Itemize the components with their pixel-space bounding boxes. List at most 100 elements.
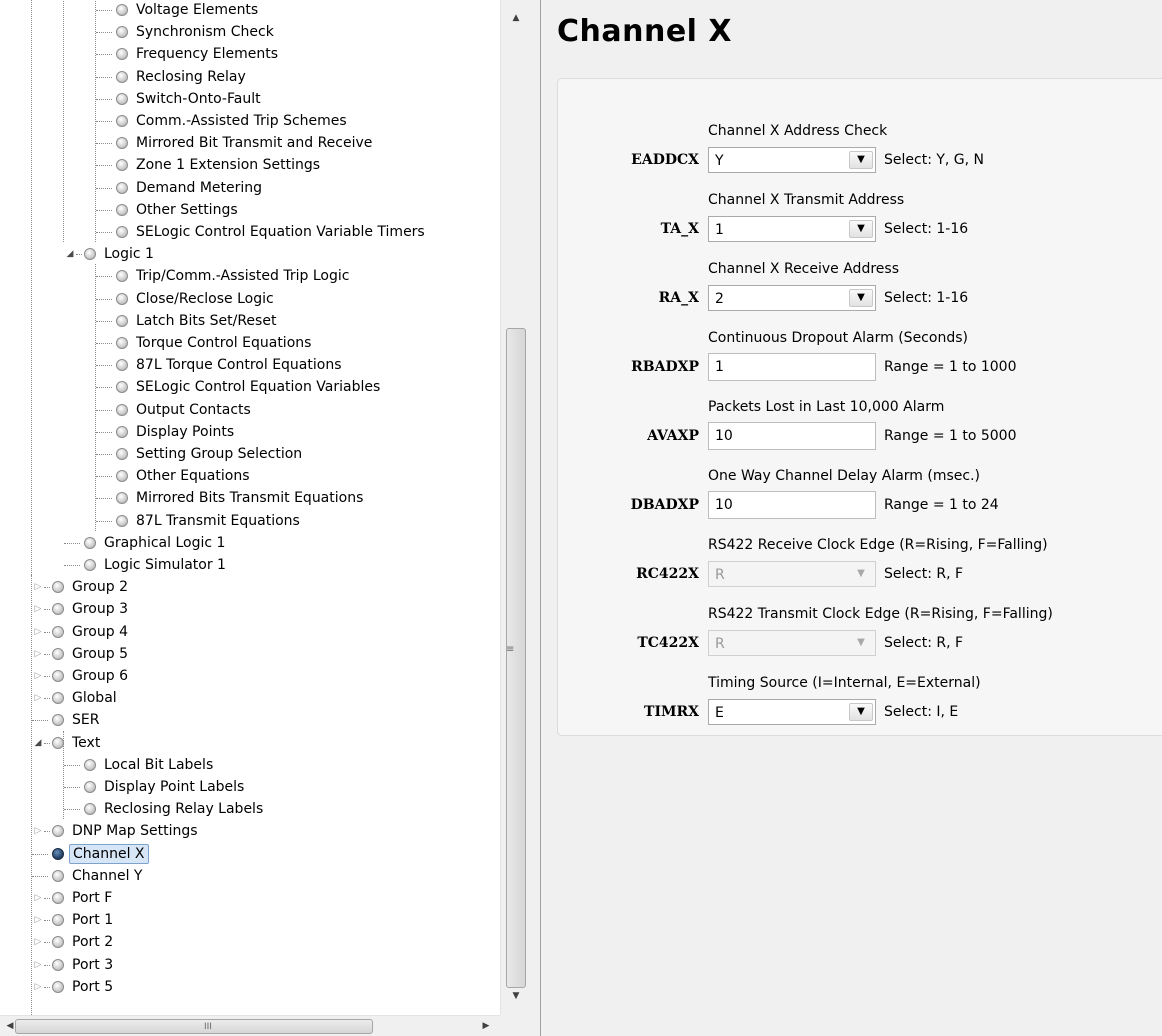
tree-item-demand-metering[interactable]: Demand Metering (0, 177, 500, 199)
tree-item-group-3[interactable]: ▷ Group 3 (0, 598, 500, 620)
tree-item-dnp-map-settings[interactable]: ▷ DNP Map Settings (0, 820, 500, 842)
tree-item-logic-simulator-1[interactable]: Logic Simulator 1 (0, 554, 500, 576)
setting-node-icon (116, 337, 128, 349)
setting-node-icon (116, 314, 128, 327)
tree-item-port-1[interactable]: ▷ Port 1 (0, 909, 500, 931)
tree-item-channel-y[interactable]: Channel Y (0, 865, 500, 887)
tree-item-output-contacts[interactable]: Output Contacts (0, 399, 500, 421)
triangle-collapsed-icon[interactable]: ▷ (32, 913, 44, 927)
triangle-collapsed-icon[interactable]: ▷ (32, 625, 44, 639)
chevron-down-icon[interactable]: ▼ (849, 220, 873, 238)
setting-node-icon (116, 425, 128, 438)
tree-item-label: Group 5 (72, 645, 128, 662)
tree-item-port-2[interactable]: ▷ Port 2 (0, 931, 500, 953)
tree-item-label: Group 4 (72, 623, 128, 640)
panel-splitter[interactable] (530, 0, 540, 1036)
triangle-collapsed-icon[interactable]: ▷ (32, 935, 44, 949)
chevron-down-icon[interactable]: ▼ (849, 151, 873, 169)
setting-eaddcx-select[interactable]: Y ▼ (708, 147, 876, 173)
triangle-collapsed-icon[interactable]: ▷ (32, 824, 44, 838)
tree-item-mirrored-bits-transmit-equations[interactable]: Mirrored Bits Transmit Equations (0, 487, 500, 509)
setting-timrx-select[interactable]: E ▼ (708, 699, 876, 725)
tree-item-port-5[interactable]: ▷ Port 5 (0, 976, 500, 998)
triangle-expanded-icon[interactable]: ◢ (64, 247, 76, 261)
tree-item-label: DNP Map Settings (72, 823, 198, 840)
tree-item-zone-1-extension-settings[interactable]: Zone 1 Extension Settings (0, 154, 500, 176)
vertical-scroll-thumb[interactable] (506, 328, 526, 988)
setting-avaxp-input[interactable] (708, 422, 876, 450)
tree-item-group-2[interactable]: ▷ Group 2 (0, 576, 500, 598)
select-value: 2 (715, 291, 724, 307)
tree-item-label: Setting Group Selection (136, 446, 303, 462)
triangle-collapsed-icon[interactable]: ▷ (32, 891, 44, 905)
triangle-collapsed-icon[interactable]: ▷ (32, 580, 44, 594)
tree-item-selogic-control-equation-variable-timers[interactable]: SELogic Control Equation Variable Timers (0, 221, 500, 243)
tree-item-87l-transmit-equations[interactable]: 87L Transmit Equations (0, 510, 500, 532)
tree-item-display-points[interactable]: Display Points (0, 421, 500, 443)
tree-item-label: SELogic Control Equation Variable Timers (136, 224, 425, 240)
tree-item-channel-x[interactable]: Channel X (0, 843, 500, 865)
setting-ta-x-select[interactable]: 1 ▼ (708, 216, 876, 242)
tree-item-global[interactable]: ▷ Global (0, 687, 500, 709)
tree-connector (96, 32, 112, 34)
tree-item-ser[interactable]: SER (0, 709, 500, 731)
tree-item-logic-1[interactable]: ◢ Logic 1 (0, 243, 500, 265)
tree-item-text[interactable]: ◢ Text (0, 732, 500, 754)
triangle-collapsed-icon[interactable]: ▷ (32, 602, 44, 616)
tree-item-trip-comm-assisted-trip-logic[interactable]: Trip/Comm.-Assisted Trip Logic (0, 265, 500, 287)
setting-node-icon (52, 892, 64, 904)
tree-connector (96, 165, 112, 167)
tree-item-reclosing-relay[interactable]: Reclosing Relay (0, 66, 500, 88)
tree-item-synchronism-check[interactable]: Synchronism Check (0, 21, 500, 43)
tree-item-comm-assisted-trip-schemes[interactable]: Comm.-Assisted Trip Schemes (0, 110, 500, 132)
tree-item-local-bit-labels[interactable]: Local Bit Labels (0, 754, 500, 776)
triangle-collapsed-icon[interactable]: ▷ (32, 647, 44, 661)
setting-node-icon (52, 869, 64, 882)
chevron-down-icon[interactable]: ▼ (849, 703, 873, 721)
setting-dbadxp-input[interactable] (708, 491, 876, 519)
setting-ra-x-select[interactable]: 2 ▼ (708, 285, 876, 311)
tree-item-reclosing-relay-labels[interactable]: Reclosing Relay Labels (0, 798, 500, 820)
triangle-collapsed-icon[interactable]: ▷ (32, 980, 44, 994)
settings-tree-panel: Voltage Elements Synchronism Check Frequen… (0, 0, 530, 1036)
triangle-expanded-icon[interactable]: ◢ (32, 736, 44, 750)
tree-item-graphical-logic-1[interactable]: Graphical Logic 1 (0, 532, 500, 554)
horizontal-scrollbar[interactable]: ◀ III ▶ (0, 1015, 500, 1036)
tree-item-other-equations[interactable]: Other Equations (0, 465, 500, 487)
tree-item-frequency-elements[interactable]: Frequency Elements (0, 43, 500, 65)
tree-item-display-point-labels[interactable]: Display Point Labels (0, 776, 500, 798)
tree-item-selogic-control-equation-variables[interactable]: SELogic Control Equation Variables (0, 376, 500, 398)
chevron-down-icon[interactable]: ▼ (849, 289, 873, 307)
tree-item-setting-group-selection[interactable]: Setting Group Selection (0, 443, 500, 465)
scroll-up-arrow-icon[interactable]: ▲ (501, 8, 531, 28)
tree-item-voltage-elements[interactable]: Voltage Elements (0, 0, 500, 21)
setting-node-icon (116, 70, 128, 83)
tree-item-group-5[interactable]: ▷ Group 5 (0, 643, 500, 665)
tree-connector (96, 520, 112, 522)
triangle-collapsed-icon[interactable]: ▷ (32, 958, 44, 972)
tree-item-latch-bits-set-reset[interactable]: Latch Bits Set/Reset (0, 310, 500, 332)
triangle-collapsed-icon[interactable]: ▷ (32, 669, 44, 683)
tree-item-torque-control-equations[interactable]: Torque Control Equations (0, 332, 500, 354)
tree-item-switch-onto-fault[interactable]: Switch-Onto-Fault (0, 88, 500, 110)
tree-item-mirrored-bit-transmit-and-receive[interactable]: Mirrored Bit Transmit and Receive (0, 132, 500, 154)
setting-node-icon (116, 26, 128, 39)
tree-item-group-6[interactable]: ▷ Group 6 (0, 665, 500, 687)
tree-item-87l-torque-control-equations[interactable]: 87L Torque Control Equations (0, 354, 500, 376)
tree-item-port-f[interactable]: ▷ Port F (0, 887, 500, 909)
scroll-down-arrow-icon[interactable]: ▼ (501, 986, 531, 1006)
scroll-right-arrow-icon[interactable]: ▶ (476, 1016, 496, 1036)
vertical-scrollbar[interactable]: ▲ ≡ ▼ (500, 0, 530, 1015)
setting-node-icon (52, 958, 64, 971)
tree-connector (44, 742, 50, 744)
setting-rbadxp-input[interactable] (708, 353, 876, 381)
tree-item-close-reclose-logic[interactable]: Close/Reclose Logic (0, 288, 500, 310)
select-value: 1 (715, 222, 724, 238)
settings-content-panel: Channel X Channel X Address Check EADDCX Y… (541, 0, 1162, 1036)
tree-item-other-settings[interactable]: Other Settings (0, 199, 500, 221)
tree-item-group-4[interactable]: ▷ Group 4 (0, 621, 500, 643)
tree-item-port-3[interactable]: ▷ Port 3 (0, 954, 500, 976)
horizontal-scroll-thumb[interactable]: III (15, 1019, 373, 1034)
setting-node-icon (52, 647, 64, 660)
triangle-collapsed-icon[interactable]: ▷ (32, 691, 44, 705)
